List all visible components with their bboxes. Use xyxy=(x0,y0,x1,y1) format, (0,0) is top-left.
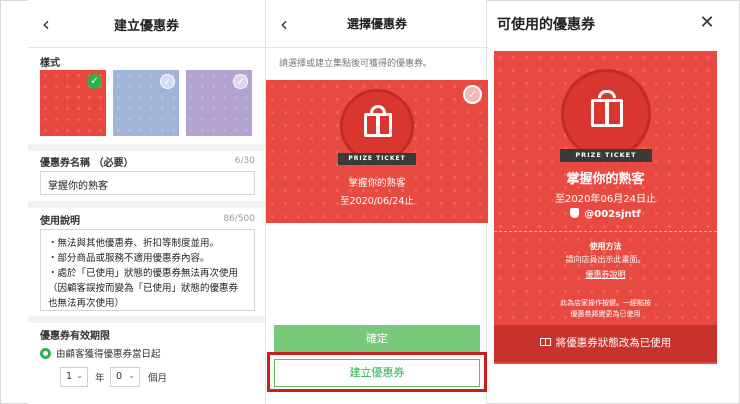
page-title: 選擇優惠券 xyxy=(346,17,407,31)
coupon-detail-expiry: 至2020年06月24日止 xyxy=(555,194,656,205)
name-char-counter: 6/30 xyxy=(234,156,255,166)
year-value: 1 xyxy=(66,371,73,382)
coupon-card[interactable]: PRIZE TICKET 掌握你的熟客 至2020/06/24止 ✓ xyxy=(266,80,488,223)
prize-ticket-ribbon: PRIZE TICKET xyxy=(338,153,416,165)
staff-note-line: 優惠券將變更為已使用 xyxy=(570,310,641,318)
gift-icon xyxy=(364,113,392,137)
usage-description: 請向店員出示此畫面。 xyxy=(565,255,646,264)
coupon-info-link[interactable]: 優惠券說明 xyxy=(494,269,717,280)
selected-check-icon: ✓ xyxy=(87,74,102,89)
coupon-card-title: 掌握你的熟客 xyxy=(348,178,406,189)
description-line: ・部分商品或服務不適用優惠券內容。 xyxy=(48,253,210,264)
style-label: 樣式 xyxy=(40,58,60,69)
staff-note-line: 此為店家操作按鍵。一經點按 xyxy=(560,299,651,307)
validity-label: 優惠券有效期限 xyxy=(40,331,110,342)
gift-icon xyxy=(591,99,623,127)
usage-title: 使用方法 xyxy=(589,242,622,251)
unselected-check-icon: ✓ xyxy=(160,74,175,89)
available-coupon-title: 可使用的優惠券 xyxy=(497,17,595,33)
section-divider xyxy=(28,201,265,208)
description-line: ・無法與其他優惠券、折扣等制度並用。 xyxy=(48,238,220,249)
close-icon[interactable]: ✕ xyxy=(697,12,717,36)
validity-option-label: 由顧客獲得優惠券當日起 xyxy=(56,349,161,360)
book-icon xyxy=(539,338,551,346)
select-check-icon[interactable]: ✓ xyxy=(463,85,482,104)
confirm-button[interactable]: 確定 xyxy=(274,325,480,353)
page-title: 建立優惠券 xyxy=(113,19,179,34)
gift-bow-icon xyxy=(370,105,386,113)
style-swatch-blue[interactable]: ✓ xyxy=(113,70,179,136)
month-select[interactable]: 0 ⌄ xyxy=(110,367,140,387)
coupon-name-input[interactable]: 掌握你的熟客 xyxy=(40,171,255,195)
month-unit: 個月 xyxy=(148,373,168,384)
gift-emblem xyxy=(340,89,414,163)
year-select[interactable]: 1 ⌄ xyxy=(60,367,88,387)
select-coupon-panel: ‹ 選擇優惠券 請選擇或建立集點後可獲得的優惠券。 PRIZE TICKET 掌… xyxy=(265,0,488,404)
unselected-check-icon: ✓ xyxy=(233,74,248,89)
section-divider xyxy=(28,316,265,323)
account-id: @002sjntf xyxy=(494,208,717,220)
select-coupon-header: ‹ 選擇優惠券 xyxy=(266,0,488,48)
radio-selected-icon[interactable] xyxy=(40,348,51,359)
create-coupon-header: ‹ 建立優惠券 xyxy=(28,0,265,48)
coupon-name-label: 優惠券名稱 （必要） xyxy=(40,158,134,169)
description-label: 使用說明 xyxy=(40,216,80,227)
create-coupon-panel: ‹ 建立優惠券 樣式 ✓ ✓ ✓ 優惠券名稱 （必要） 6/30 掌握你的熟客 … xyxy=(28,0,265,404)
gift-bow-icon xyxy=(598,90,616,98)
description-line: 也無法再次使用） xyxy=(48,298,125,309)
create-coupon-form: 樣式 ✓ ✓ ✓ 優惠券名稱 （必要） 6/30 掌握你的熟客 使用說明 86/… xyxy=(28,48,265,404)
style-swatch-purple[interactable]: ✓ xyxy=(186,70,252,136)
prize-ticket-ribbon: PRIZE TICKET xyxy=(560,149,652,162)
description-line: （因顧客誤按而變為「已使用」狀態的優惠券 xyxy=(48,283,239,294)
coupon-detail-title: 掌握你的熟客 xyxy=(566,172,645,187)
style-swatch-red[interactable]: ✓ xyxy=(40,70,106,136)
coupon-detail-card: PRIZE TICKET 掌握你的熟客 至2020年06月24日止 @002sj… xyxy=(494,51,717,364)
create-coupon-button[interactable]: 建立優惠券 xyxy=(274,359,480,387)
validity-radio-option[interactable]: 由顧客獲得優惠券當日起 xyxy=(40,346,161,360)
select-hint-text: 請選擇或建立集點後可獲得的優惠券。 xyxy=(279,59,433,69)
description-textarea[interactable]: ・無法與其他優惠券、折扣等制度並用。 ・部分商品或服務不適用優惠券內容。 ・處於… xyxy=(40,229,255,311)
chevron-down-icon: ⌄ xyxy=(128,371,135,380)
year-unit: 年 xyxy=(95,373,105,384)
shield-icon xyxy=(570,208,580,218)
gift-emblem xyxy=(561,69,651,159)
section-divider xyxy=(28,144,265,151)
coupon-card-expiry: 至2020/06/24止 xyxy=(340,196,414,207)
description-line: ・處於「已使用」狀態的優惠券無法再次使用 xyxy=(48,268,239,279)
perforation-divider xyxy=(494,231,717,232)
month-value: 0 xyxy=(116,371,123,382)
chevron-down-icon: ⌄ xyxy=(76,371,83,380)
mark-used-button[interactable]: 將優惠券狀態改為已使用 xyxy=(494,325,717,362)
description-char-counter: 86/500 xyxy=(223,214,255,224)
